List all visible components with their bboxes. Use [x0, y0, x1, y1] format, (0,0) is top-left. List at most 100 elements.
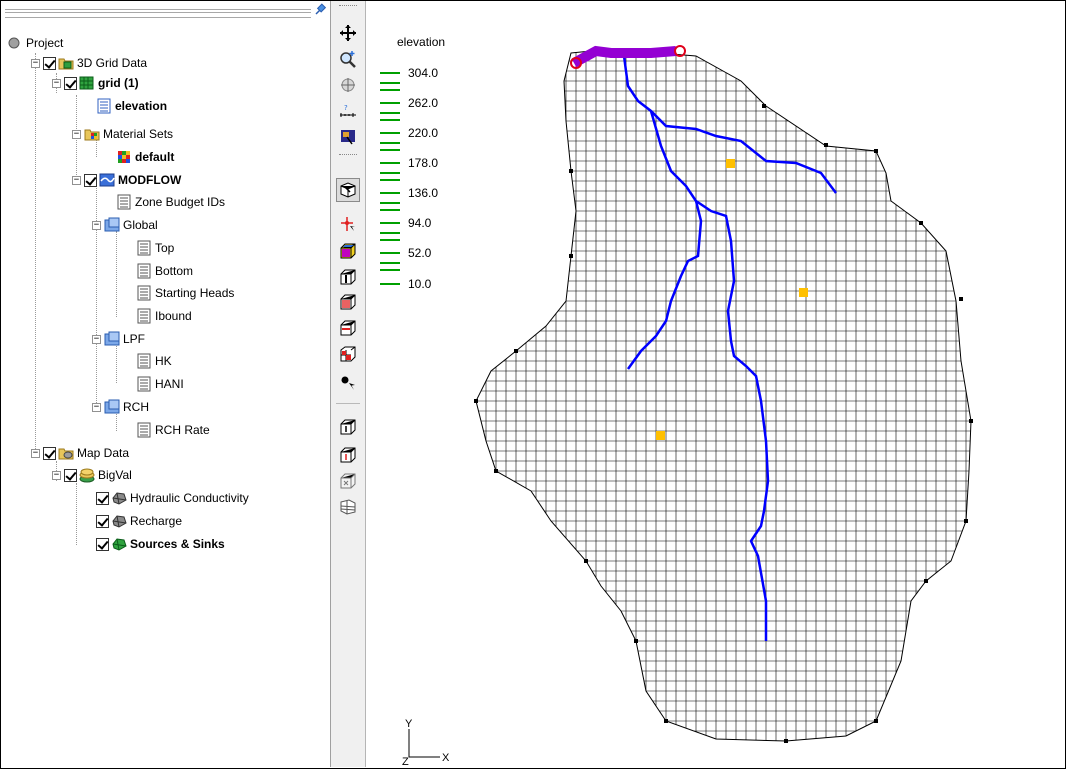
visibility-checkbox[interactable]	[96, 514, 109, 528]
collapse-icon[interactable]: −	[92, 220, 101, 230]
tree-item-3d-grid-data[interactable]: − 3D Grid Data	[31, 53, 147, 73]
dataset-icon	[137, 285, 151, 301]
tree-item-material-sets[interactable]: − Material Sets	[72, 124, 173, 144]
tree-item-grid-1[interactable]: − grid (1)	[52, 73, 139, 93]
project-explorer[interactable]: Project − 3D Grid Data − grid (1) elevat…	[1, 1, 331, 767]
cube-i-button[interactable]	[336, 265, 360, 289]
grid-icon	[340, 346, 356, 362]
tree-item-label: Ibound	[155, 309, 192, 323]
tree-item-hani[interactable]: HANI	[136, 374, 184, 394]
tree-item-ibound[interactable]: Ibound	[136, 306, 192, 326]
dataset-icon	[137, 422, 151, 438]
visibility-checkbox[interactable]	[64, 76, 77, 90]
select-vertex-button[interactable]	[336, 371, 360, 395]
cell-3d-icon	[340, 473, 356, 489]
tree-item-label: Hydraulic Conductivity	[130, 491, 249, 505]
collapse-icon[interactable]: −	[31, 448, 40, 458]
graphics-window[interactable]: elevation 304.0 262.0 220.0 178.0 136.0 …	[366, 1, 1065, 767]
cube-button[interactable]	[336, 239, 360, 263]
measure-button[interactable]: ?	[336, 99, 360, 123]
dataset-icon	[137, 263, 151, 279]
cube-k-button[interactable]	[336, 316, 360, 340]
tree-item-label: BigVal	[98, 468, 132, 482]
zoom-icon	[340, 51, 356, 68]
grid-button[interactable]	[336, 342, 360, 366]
visibility-checkbox[interactable]	[96, 491, 109, 505]
tree-item-bigval[interactable]: − BigVal	[52, 465, 132, 485]
axis-x-label: X	[442, 752, 450, 764]
tree-item-global[interactable]: − Global	[92, 215, 158, 235]
tree-item-label: grid (1)	[98, 76, 139, 90]
cell-ortho-button[interactable]	[336, 495, 360, 519]
material-set-icon	[118, 151, 130, 163]
tree-item-recharge[interactable]: Recharge	[96, 511, 182, 531]
tree-item-hk[interactable]: HK	[136, 351, 172, 371]
collapse-icon[interactable]: −	[72, 175, 81, 185]
tree-item-label: Global	[123, 218, 158, 232]
visibility-checkbox[interactable]	[84, 173, 97, 187]
select-point-button[interactable]	[336, 212, 360, 236]
select-cells-button[interactable]	[336, 178, 360, 202]
folder-map-icon	[58, 448, 74, 460]
panel-grip[interactable]	[5, 9, 311, 18]
tree-item-top[interactable]: Top	[136, 238, 174, 258]
tree-item-modflow[interactable]: − MODFLOW	[72, 170, 181, 190]
create-cell-button[interactable]	[336, 415, 360, 439]
cube-i-icon	[340, 269, 356, 285]
tree-item-starting-heads[interactable]: Starting Heads	[136, 283, 234, 303]
tree-item-default[interactable]: default	[116, 147, 174, 167]
pan-button[interactable]	[336, 21, 360, 45]
visibility-checkbox[interactable]	[43, 446, 56, 460]
visibility-checkbox[interactable]	[64, 468, 77, 482]
edit-cell-button[interactable]	[336, 443, 360, 467]
model-view[interactable]: Y Z X	[366, 1, 1065, 767]
collapse-icon[interactable]: −	[92, 334, 101, 344]
tree-item-zone-budget-ids[interactable]: Zone Budget IDs	[116, 192, 225, 212]
tree-item-label: default	[135, 150, 175, 164]
frame-button[interactable]	[336, 125, 360, 149]
axis-z-label: Z	[402, 756, 409, 767]
select-vertex-icon	[341, 376, 355, 390]
tree-item-map-data[interactable]: − Map Data	[31, 443, 129, 463]
axis-triad	[408, 729, 440, 758]
axis-y-label: Y	[405, 718, 413, 730]
pin-icon[interactable]	[313, 3, 327, 17]
dataset-icon	[137, 376, 151, 392]
dataset-icon	[137, 240, 151, 256]
tree-item-bottom[interactable]: Bottom	[136, 261, 193, 281]
tree-item-rch-rate[interactable]: RCH Rate	[136, 420, 210, 440]
zoom-button[interactable]	[336, 47, 360, 71]
toolbar-grip[interactable]	[339, 5, 357, 9]
rotate-button[interactable]	[336, 73, 360, 97]
collapse-icon[interactable]: −	[31, 58, 40, 68]
cell-ortho-icon	[340, 499, 356, 515]
tree-item-elevation[interactable]: elevation	[96, 96, 167, 116]
cell-3d-button[interactable]	[336, 469, 360, 493]
collapse-icon[interactable]: −	[92, 402, 101, 412]
toolbar-grip[interactable]	[339, 154, 357, 158]
coverage-active-icon	[112, 538, 127, 551]
visibility-checkbox[interactable]	[43, 56, 56, 70]
tree-item-sources-sinks[interactable]: Sources & Sinks	[96, 534, 225, 554]
collapse-icon[interactable]: −	[52, 470, 61, 480]
rotate-icon	[341, 78, 355, 92]
package-icon	[104, 331, 120, 346]
create-cell-icon	[340, 419, 356, 435]
tree-item-label: Zone Budget IDs	[135, 195, 226, 209]
dataset-icon	[117, 194, 131, 210]
tree-item-hydraulic-conductivity[interactable]: Hydraulic Conductivity	[96, 488, 249, 508]
collapse-icon[interactable]: −	[52, 78, 61, 88]
frame-icon	[341, 130, 355, 145]
grid-icon	[79, 76, 94, 90]
tree-item-lpf[interactable]: − LPF	[92, 329, 145, 349]
collapse-icon[interactable]: −	[72, 129, 81, 139]
tree-item-project[interactable]: Project	[7, 33, 63, 53]
visibility-checkbox[interactable]	[96, 537, 109, 551]
select-cells-icon	[340, 182, 356, 198]
tree-item-rch[interactable]: − RCH	[92, 397, 149, 417]
cube-j-button[interactable]	[336, 290, 360, 314]
tree-item-label: 3D Grid Data	[77, 56, 148, 70]
conceptual-model-icon	[79, 468, 95, 483]
tool-palette: ?	[331, 1, 366, 767]
tree-item-label: RCH Rate	[155, 423, 210, 437]
